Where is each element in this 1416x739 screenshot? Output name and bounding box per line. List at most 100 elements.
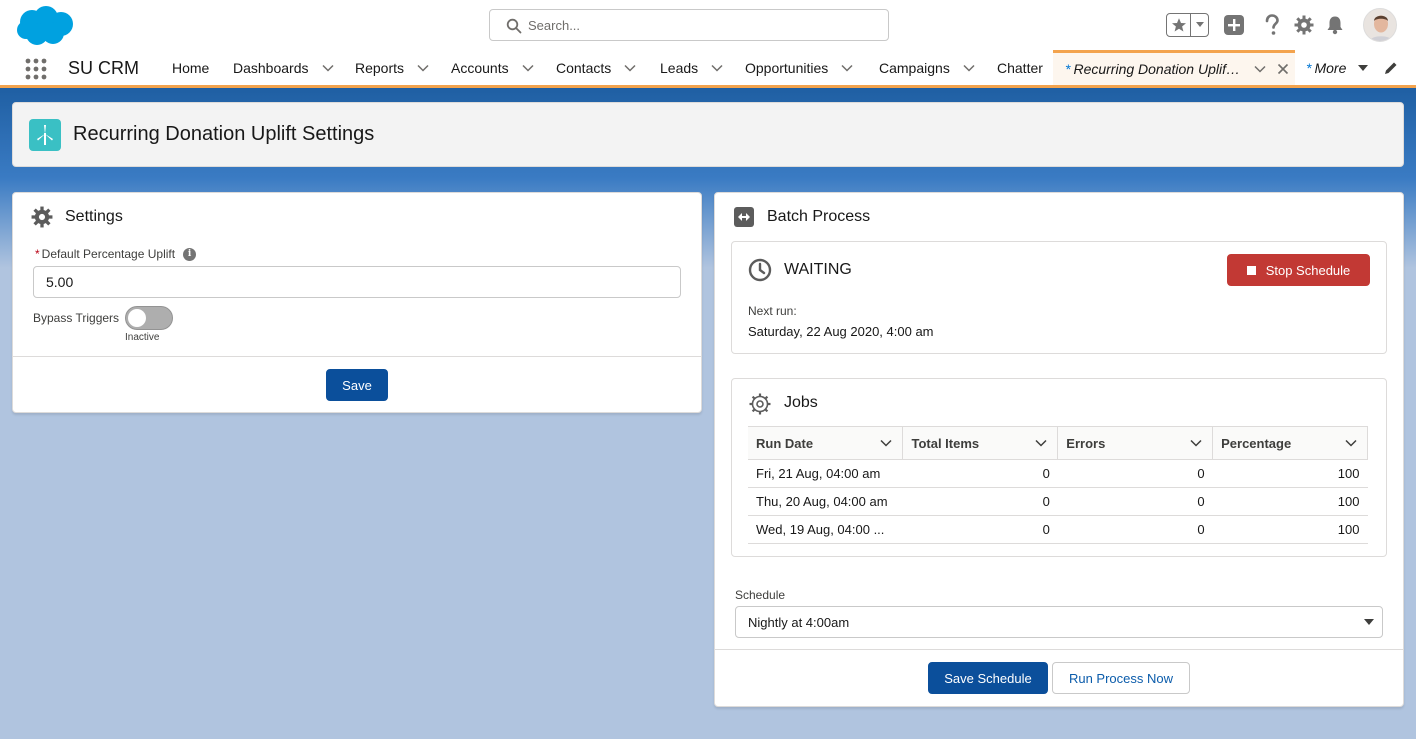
nav-item-reports[interactable]: Reports: [355, 50, 430, 85]
card-footer-divider: [13, 356, 701, 357]
next-run-value: Saturday, 22 Aug 2020, 4:00 am: [748, 324, 934, 339]
nav-item-label: Reports: [355, 59, 405, 76]
batch-process-card: Batch Process WAITING Stop Schedule Next…: [714, 192, 1404, 707]
bypass-triggers-toggle[interactable]: [125, 306, 173, 330]
edit-nav-icon[interactable]: [1384, 61, 1398, 75]
tab-recurring-donation-uplift-settings[interactable]: * Recurring Donation Uplift Settings: [1053, 50, 1295, 85]
cell-total-items: 0: [902, 459, 1058, 488]
percentage-uplift-label: * Default Percentage Uplift i: [35, 247, 197, 261]
nav-item-campaigns[interactable]: Campaigns: [879, 50, 976, 85]
stop-schedule-button[interactable]: Stop Schedule: [1227, 254, 1370, 286]
chevron-down-icon[interactable]: [1035, 437, 1047, 449]
app-launcher-icon[interactable]: [24, 57, 48, 81]
jobs-title: Jobs: [784, 394, 818, 411]
nav-item-label: Dashboards: [233, 59, 309, 76]
nav-item-contacts[interactable]: Contacts: [556, 50, 637, 85]
user-avatar[interactable]: [1363, 8, 1397, 42]
favorites-menu-button[interactable]: [1191, 14, 1208, 36]
gear-icon: [31, 206, 53, 228]
windmill-icon: [37, 125, 53, 145]
nav-item-home[interactable]: Home: [172, 50, 209, 85]
bypass-triggers-label: Bypass Triggers: [33, 311, 120, 325]
chevron-down-icon[interactable]: [623, 61, 637, 75]
nav-item-chatter[interactable]: Chatter: [997, 50, 1043, 85]
info-icon[interactable]: i: [183, 247, 197, 261]
table-row: Fri, 21 Aug, 04:00 am 0 0 100: [748, 459, 1368, 488]
chevron-down-icon[interactable]: [840, 61, 854, 75]
more-label: More: [1314, 59, 1347, 76]
nav-item-label: Accounts: [451, 59, 509, 76]
toggle-knob: [128, 309, 146, 327]
schedule-select[interactable]: Nightly at 4:00am: [735, 606, 1383, 638]
help-button[interactable]: [1260, 13, 1284, 37]
add-icon: [1224, 15, 1244, 35]
cell-errors: 0: [1057, 459, 1213, 488]
cell-percentage: 100: [1212, 459, 1368, 488]
column-header-errors[interactable]: Errors: [1057, 426, 1214, 460]
global-actions-button[interactable]: [1222, 13, 1246, 37]
batch-card-header: Batch Process: [733, 206, 870, 228]
chevron-down-icon[interactable]: [962, 61, 976, 75]
jobs-table: Run Date Total Items Errors Percentage F…: [748, 426, 1368, 544]
column-header-label: Percentage: [1221, 435, 1292, 451]
toggle-state-text: Inactive: [125, 332, 160, 343]
nav-item-label: Home: [172, 59, 210, 76]
settings-card: Settings * Default Percentage Uplift i B…: [12, 192, 702, 413]
schedule-selected-value: Nightly at 4:00am: [748, 614, 850, 630]
schedule-status-box: WAITING Stop Schedule Next run: Saturday…: [731, 241, 1387, 354]
chevron-down-icon[interactable]: [880, 437, 893, 449]
chevron-down-icon[interactable]: [321, 61, 335, 75]
settings-card-header: Settings: [31, 206, 123, 228]
cell-total-items: 0: [902, 487, 1058, 516]
nav-item-label: Contacts: [556, 59, 612, 76]
nav-item-leads[interactable]: Leads: [660, 50, 724, 85]
save-schedule-button[interactable]: Save Schedule: [928, 662, 1048, 694]
close-icon[interactable]: [1277, 63, 1289, 75]
chevron-down-icon[interactable]: [1190, 437, 1202, 449]
notifications-button[interactable]: [1323, 13, 1347, 37]
caret-down-icon: [1364, 619, 1374, 625]
cell-run-date: Wed, 19 Aug, 04:00 ...: [748, 515, 903, 544]
jobs-gear-icon: [749, 393, 771, 415]
nav-item-label: Chatter: [997, 59, 1043, 76]
search-icon: [506, 18, 522, 34]
clock-icon: [748, 258, 772, 282]
nav-item-dashboards[interactable]: Dashboards: [233, 50, 335, 85]
global-search[interactable]: [489, 9, 889, 41]
search-input[interactable]: [528, 10, 868, 40]
setup-button[interactable]: [1292, 13, 1316, 37]
chevron-down-icon[interactable]: [521, 61, 535, 75]
column-header-total-items[interactable]: Total Items: [902, 426, 1059, 460]
stop-schedule-label: Stop Schedule: [1265, 262, 1351, 278]
favorites-star-button[interactable]: [1167, 14, 1191, 36]
chevron-down-icon[interactable]: [1253, 62, 1267, 76]
caret-down-icon: [1358, 64, 1369, 71]
chevron-down-icon[interactable]: [416, 61, 430, 75]
run-process-now-button[interactable]: Run Process Now: [1052, 662, 1190, 694]
app-name: SU CRM: [68, 58, 139, 78]
chevron-down-icon[interactable]: [710, 61, 724, 75]
percentage-uplift-input[interactable]: [33, 266, 681, 298]
jobs-box: Jobs Run Date Total Items Errors Percent…: [731, 378, 1387, 557]
column-header-label: Total Items: [911, 435, 980, 451]
unsaved-marker: *: [1065, 61, 1071, 77]
nav-more-menu[interactable]: * More: [1306, 50, 1369, 85]
save-button[interactable]: Save: [326, 369, 388, 401]
caret-down-icon: [1195, 22, 1204, 27]
column-header-run-date[interactable]: Run Date: [748, 426, 904, 460]
chevron-down-icon[interactable]: [1345, 437, 1357, 449]
status-text: WAITING: [784, 261, 852, 278]
column-header-percentage[interactable]: Percentage: [1212, 426, 1368, 460]
help-icon: [1265, 14, 1279, 35]
cell-run-date: Thu, 20 Aug, 04:00 am: [748, 487, 903, 516]
app-navigation-bar: SU CRM Home Dashboards Reports Accounts …: [0, 50, 1416, 88]
nav-item-opportunities[interactable]: Opportunities: [745, 50, 854, 85]
user-photo-icon: [1364, 9, 1396, 41]
nav-item-label: Opportunities: [745, 59, 829, 76]
nav-item-accounts[interactable]: Accounts: [451, 50, 535, 85]
next-run-label: Next run:: [748, 304, 797, 318]
settings-card-title: Settings: [65, 208, 123, 225]
favorites-group: [1166, 13, 1209, 37]
salesforce-logo-icon[interactable]: [15, 5, 75, 47]
column-header-label: Errors: [1066, 435, 1106, 451]
